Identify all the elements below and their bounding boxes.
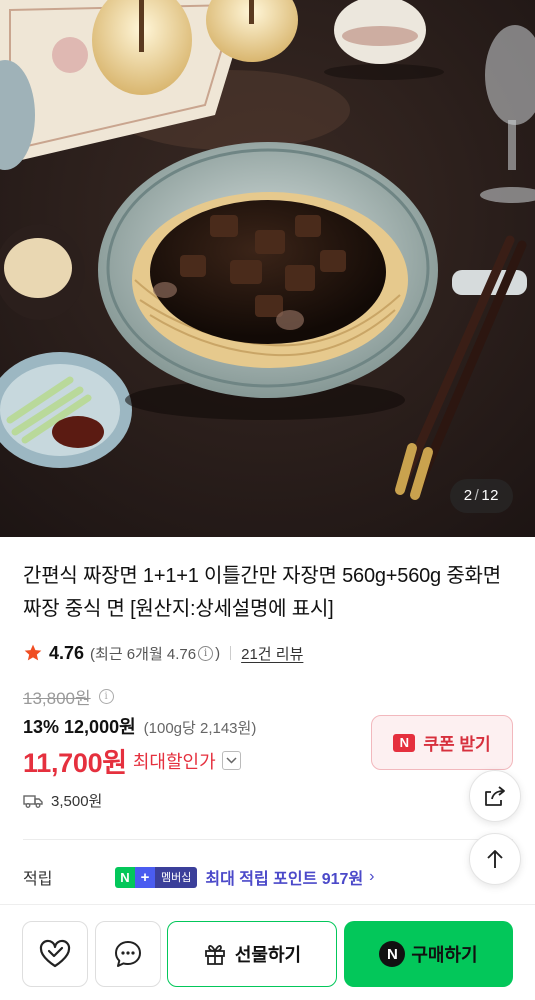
rating-recent-label: (최근 6개월 4.76 xyxy=(90,645,197,663)
original-price-row: 13,800원 i xyxy=(23,684,116,709)
section-divider xyxy=(23,839,513,840)
npay-n-icon: N xyxy=(379,941,406,967)
max-points-text: 최대 적립 포인트 917원 xyxy=(205,871,364,888)
gift-button[interactable]: 선물하기 xyxy=(167,921,337,987)
review-count-link[interactable]: 21건 리뷰 xyxy=(241,643,303,664)
shipping-fee: 3,500원 xyxy=(51,793,103,810)
sale-price: 12,000원 xyxy=(64,717,136,737)
plus-icon: + xyxy=(135,866,155,888)
discount-rate: 13% xyxy=(23,717,60,737)
scroll-top-button[interactable] xyxy=(469,833,521,885)
info-circle-icon[interactable]: i xyxy=(198,645,214,661)
share-icon xyxy=(485,786,505,806)
chat-bubble-icon xyxy=(115,941,141,967)
buy-label: 구매하기 xyxy=(411,945,478,965)
image-counter: 2/12 xyxy=(449,479,513,513)
share-button[interactable] xyxy=(469,770,521,822)
info-circle-icon[interactable]: i xyxy=(98,689,114,704)
bottom-action-bar: 선물하기 N 구매하기 xyxy=(0,904,535,1000)
npay-coupon-icon: N xyxy=(393,733,416,752)
rating-recent: (최근 6개월 4.76 i ) xyxy=(90,643,220,664)
max-discount-row[interactable]: 11,700원 최대할인가 xyxy=(23,741,241,780)
max-discount-label: 최대할인가 xyxy=(132,751,216,772)
sale-price-row: 13% 12,000원 (100g당 2,143원) xyxy=(23,713,256,739)
membership-label: 멤버십 xyxy=(155,866,198,888)
chevron-right-icon: › xyxy=(369,868,375,885)
chevron-down-icon[interactable] xyxy=(221,751,241,770)
image-counter-total: 12 xyxy=(481,487,499,504)
naver-plus-membership-badge: N + 멤버십 xyxy=(115,866,198,888)
rating-row: 4.76 (최근 6개월 4.76 i ) 21건 리뷰 xyxy=(23,642,303,664)
naver-n-icon: N xyxy=(115,866,135,888)
like-button[interactable] xyxy=(22,921,88,987)
gift-icon xyxy=(204,945,225,965)
jjajangmyeon-photo xyxy=(0,0,535,537)
product-title: 간편식 짜장면 1+1+1 이틀간만 자장면 560g+560g 중화면 짜장 … xyxy=(23,565,501,620)
product-image[interactable]: 2/12 xyxy=(0,0,535,537)
gift-label: 선물하기 xyxy=(234,945,302,965)
get-coupon-button[interactable]: N 쿠폰 받기 xyxy=(371,715,513,770)
points-label: 적립 xyxy=(23,871,53,888)
divider xyxy=(230,646,232,660)
shipping-row: 3,500원 xyxy=(23,790,102,811)
buy-button[interactable]: N 구매하기 xyxy=(344,921,513,987)
heart-check-icon xyxy=(39,939,71,968)
original-price: 13,800원 xyxy=(23,689,91,708)
coupon-label: 쿠폰 받기 xyxy=(423,735,491,754)
points-row[interactable]: 적립 N + 멤버십 최대 적립 포인트 917원 › xyxy=(23,864,463,890)
star-icon xyxy=(24,644,42,661)
truck-icon xyxy=(23,794,43,808)
rating-recent-close: ) xyxy=(215,644,221,662)
image-counter-current: 2 xyxy=(463,487,473,504)
max-discount-price: 11,700원 xyxy=(23,748,127,778)
talk-button[interactable] xyxy=(95,921,161,987)
arrow-up-icon xyxy=(487,850,503,868)
rating-score: 4.76 xyxy=(49,642,85,663)
unit-price: (100g당 2,143원) xyxy=(143,720,257,737)
image-counter-separator: / xyxy=(474,487,480,504)
